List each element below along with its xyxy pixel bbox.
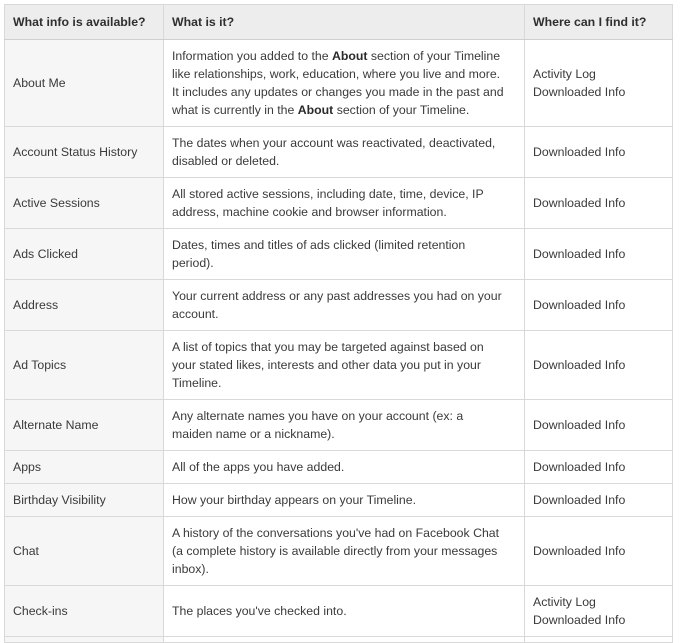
table-row: Apps All of the apps you have added. Dow… [4, 450, 673, 484]
cell-location [524, 636, 673, 643]
cell-info-name: About Me [4, 39, 164, 127]
cell-location: Downloaded Info [524, 126, 673, 178]
cell-description: All stored active sessions, including da… [163, 177, 525, 229]
cell-location: Downloaded Info [524, 228, 673, 280]
table-row: Ad Topics A list of topics that you may … [4, 330, 673, 400]
cell-info-name: Chat [4, 516, 164, 586]
table-row: Birthday Visibility How your birthday ap… [4, 483, 673, 517]
cell-location: Activity Log Downloaded Info [524, 585, 673, 637]
desc-emphasis-about: About [297, 103, 334, 117]
cell-description: Information you added to the About secti… [163, 39, 525, 127]
cell-info-name: Apps [4, 450, 164, 484]
cell-info-name [4, 636, 164, 643]
table-row: About Me Information you added to the Ab… [4, 39, 673, 127]
table-header-row: What info is available? What is it? Wher… [4, 4, 673, 40]
table-row: Active Sessions All stored active sessio… [4, 177, 673, 229]
table-row: Account Status History The dates when yo… [4, 126, 673, 178]
cell-location: Downloaded Info [524, 450, 673, 484]
table-row: Alternate Name Any alternate names you h… [4, 399, 673, 451]
cell-description [163, 636, 525, 643]
desc-text-part: section of your Timeline. [333, 103, 470, 117]
cell-description: The places you've checked into. [163, 585, 525, 637]
cell-description: A list of topics that you may be targete… [163, 330, 525, 400]
cell-description: Any alternate names you have on your acc… [163, 399, 525, 451]
table-row: Chat A history of the conversations you'… [4, 516, 673, 586]
cell-location: Downloaded Info [524, 399, 673, 451]
cell-location: Downloaded Info [524, 177, 673, 229]
cell-info-name: Address [4, 279, 164, 331]
cell-location: Downloaded Info [524, 483, 673, 517]
table-row-partial [4, 636, 673, 643]
column-header-location: Where can I find it? [524, 4, 673, 40]
desc-emphasis-about: About [331, 49, 368, 63]
table-row: Ads Clicked Dates, times and titles of a… [4, 228, 673, 280]
cell-location: Activity Log Downloaded Info [524, 39, 673, 127]
cell-description: Your current address or any past address… [163, 279, 525, 331]
cell-info-name: Ad Topics [4, 330, 164, 400]
column-header-description: What is it? [163, 4, 525, 40]
table-row: Check-ins The places you've checked into… [4, 585, 673, 637]
info-availability-table: What info is available? What is it? Wher… [4, 4, 673, 643]
page-container: What info is available? What is it? Wher… [0, 0, 680, 643]
cell-info-name: Active Sessions [4, 177, 164, 229]
table-body: About Me Information you added to the Ab… [4, 39, 673, 643]
table-row: Address Your current address or any past… [4, 279, 673, 331]
cell-description: A history of the conversations you've ha… [163, 516, 525, 586]
cell-info-name: Ads Clicked [4, 228, 164, 280]
cell-info-name: Birthday Visibility [4, 483, 164, 517]
desc-text-part: Information you added to the [172, 49, 332, 63]
cell-description: How your birthday appears on your Timeli… [163, 483, 525, 517]
cell-location: Downloaded Info [524, 330, 673, 400]
cell-description: Dates, times and titles of ads clicked (… [163, 228, 525, 280]
cell-location: Downloaded Info [524, 279, 673, 331]
cell-description: All of the apps you have added. [163, 450, 525, 484]
cell-info-name: Alternate Name [4, 399, 164, 451]
cell-info-name: Check-ins [4, 585, 164, 637]
cell-location: Downloaded Info [524, 516, 673, 586]
cell-description: The dates when your account was reactiva… [163, 126, 525, 178]
cell-info-name: Account Status History [4, 126, 164, 178]
column-header-info-name: What info is available? [4, 4, 164, 40]
table-header: What info is available? What is it? Wher… [4, 4, 673, 40]
